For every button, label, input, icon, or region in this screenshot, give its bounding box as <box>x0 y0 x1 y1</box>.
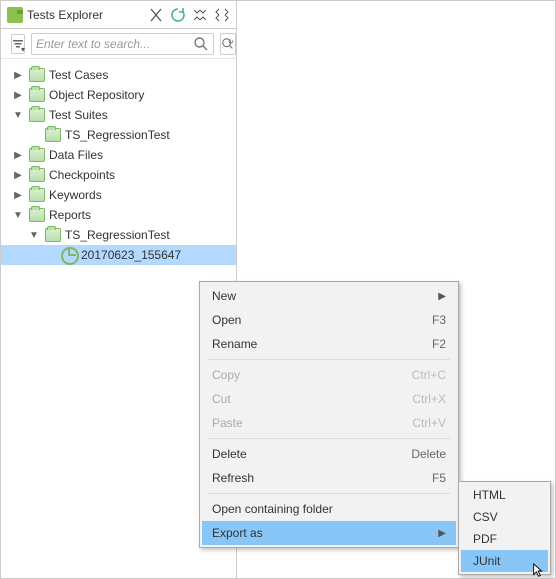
tree-label: Test Suites <box>49 108 108 122</box>
menu-paste: PasteCtrl+V <box>202 411 456 435</box>
chevron-right-icon: ▶ <box>438 291 446 302</box>
menu-separator <box>208 438 450 439</box>
suite-icon <box>45 128 61 142</box>
tree-label: 20170623_155647 <box>81 248 181 262</box>
search-input[interactable] <box>36 37 193 51</box>
tree-view: ▶Test Cases ▶Object Repository ▼Test Sui… <box>1 59 236 271</box>
panel-header: Tests Explorer <box>1 1 236 29</box>
tree-label: Reports <box>49 208 91 222</box>
tree-item-data-files[interactable]: ▶Data Files <box>1 145 236 165</box>
tree-item-test-suites[interactable]: ▼Test Suites <box>1 105 236 125</box>
tree-label: Object Repository <box>49 88 144 102</box>
tree-item-ts-regression-suite[interactable]: ▶TS_RegressionTest <box>1 125 236 145</box>
tree-item-checkpoints[interactable]: ▶Checkpoints <box>1 165 236 185</box>
folder-icon <box>45 228 61 242</box>
submenu-html[interactable]: HTML <box>461 484 548 506</box>
menu-delete[interactable]: DeleteDelete <box>202 442 456 466</box>
menu-export-as[interactable]: Export as▶ <box>202 521 456 545</box>
tree-label: Checkpoints <box>49 168 115 182</box>
tree-label: TS_RegressionTest <box>65 128 170 142</box>
menu-open[interactable]: OpenF3 <box>202 308 456 332</box>
refresh-icon[interactable] <box>170 7 186 23</box>
export-submenu: HTML CSV PDF JUnit <box>458 481 551 575</box>
menu-rename[interactable]: RenameF2 <box>202 332 456 356</box>
folder-icon <box>29 208 45 222</box>
submenu-junit[interactable]: JUnit <box>461 550 548 572</box>
menu-open-containing-folder[interactable]: Open containing folder <box>202 497 456 521</box>
menu-new[interactable]: New▶ <box>202 284 456 308</box>
refresh-search-button[interactable] <box>220 33 236 55</box>
menu-copy: CopyCtrl+C <box>202 363 456 387</box>
menu-cut: CutCtrl+X <box>202 387 456 411</box>
chevron-right-icon: ▶ <box>438 528 446 539</box>
tree-item-reports[interactable]: ▼Reports <box>1 205 236 225</box>
report-icon <box>61 248 77 262</box>
tree-label: Keywords <box>49 188 102 202</box>
tree-label: TS_RegressionTest <box>65 228 170 242</box>
folder-icon <box>29 168 45 182</box>
tree-label: Test Cases <box>49 68 108 82</box>
collapse-all-icon[interactable] <box>192 7 208 23</box>
tree-item-object-repository[interactable]: ▶Object Repository <box>1 85 236 105</box>
tree-item-test-cases[interactable]: ▶Test Cases <box>1 65 236 85</box>
menu-separator <box>208 359 450 360</box>
tree-item-report-file[interactable]: ▶20170623_155647 <box>1 245 236 265</box>
tree-item-keywords[interactable]: ▶Keywords <box>1 185 236 205</box>
tree-item-ts-regression-report[interactable]: ▼TS_RegressionTest <box>1 225 236 245</box>
menu-separator <box>208 493 450 494</box>
expand-all-icon[interactable] <box>214 7 230 23</box>
context-menu: New▶ OpenF3 RenameF2 CopyCtrl+C CutCtrl+… <box>199 281 459 548</box>
app-icon <box>7 7 23 23</box>
folder-icon <box>29 108 45 122</box>
search-input-wrapper <box>31 33 214 55</box>
panel-title: Tests Explorer <box>27 8 148 22</box>
tree-label: Data Files <box>49 148 103 162</box>
folder-icon <box>29 188 45 202</box>
search-icon[interactable] <box>193 36 209 52</box>
search-bar <box>1 29 236 59</box>
folder-icon <box>29 148 45 162</box>
link-editor-icon[interactable] <box>148 7 164 23</box>
menu-refresh[interactable]: RefreshF5 <box>202 466 456 490</box>
submenu-csv[interactable]: CSV <box>461 506 548 528</box>
submenu-pdf[interactable]: PDF <box>461 528 548 550</box>
folder-icon <box>29 68 45 82</box>
filter-button[interactable] <box>11 34 25 54</box>
folder-icon <box>29 88 45 102</box>
